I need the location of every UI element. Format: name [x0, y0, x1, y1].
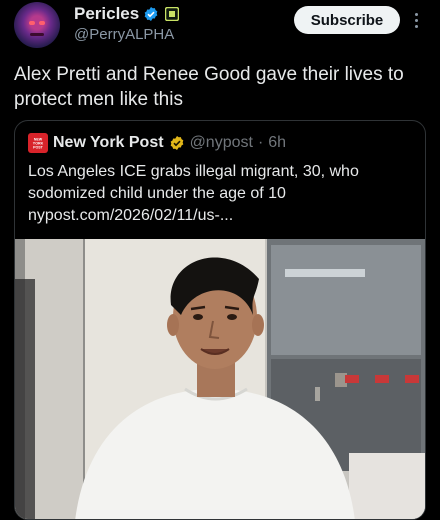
avatar-eye-right	[39, 21, 45, 25]
quoted-headline: Los Angeles ICE grabs illegal migrant, 3…	[28, 163, 359, 202]
avatar[interactable]	[14, 2, 60, 48]
more-options-icon[interactable]	[410, 8, 422, 32]
avatar-eye-left	[29, 21, 35, 25]
quoted-post-photo[interactable]	[15, 239, 425, 519]
tweet-text: Alex Pretti and Renee Good gave their li…	[14, 64, 404, 110]
quoted-post-header: NEW YORK POST New York Post @nypost · 6h	[28, 133, 286, 153]
quoted-post-text: Los Angeles ICE grabs illegal migrant, 3…	[28, 161, 414, 227]
author-display-name[interactable]: Pericles	[74, 4, 139, 24]
quoted-source-handle[interactable]: @nypost	[190, 134, 253, 152]
quoted-post[interactable]: NEW YORK POST New York Post @nypost · 6h…	[14, 120, 426, 520]
more-dot	[414, 12, 418, 16]
subscribe-button[interactable]: Subscribe	[294, 6, 400, 34]
post-header: Pericles @PerryALPHA Subscribe	[0, 0, 440, 56]
photo-illustration	[15, 239, 425, 519]
verified-badge-icon	[144, 7, 158, 21]
author-handle[interactable]: @PerryALPHA	[74, 26, 174, 43]
avatar-mouth	[30, 33, 44, 36]
quoted-source-name[interactable]: New York Post	[53, 134, 164, 152]
logo-line: POST	[33, 146, 44, 150]
meta-separator: ·	[257, 134, 264, 151]
gold-verified-badge-icon	[170, 136, 183, 150]
nypost-logo[interactable]: NEW YORK POST	[28, 133, 48, 153]
affiliate-badge-icon	[165, 7, 180, 21]
author-name-row: Pericles	[74, 4, 180, 24]
more-dot	[414, 18, 418, 22]
quoted-post-time[interactable]: 6h	[268, 134, 286, 152]
nypost-logo-mark: NEW YORK POST	[33, 138, 44, 150]
quoted-link[interactable]: nypost.com/2026/02/11/us-...	[28, 205, 414, 227]
more-dot	[414, 24, 418, 28]
